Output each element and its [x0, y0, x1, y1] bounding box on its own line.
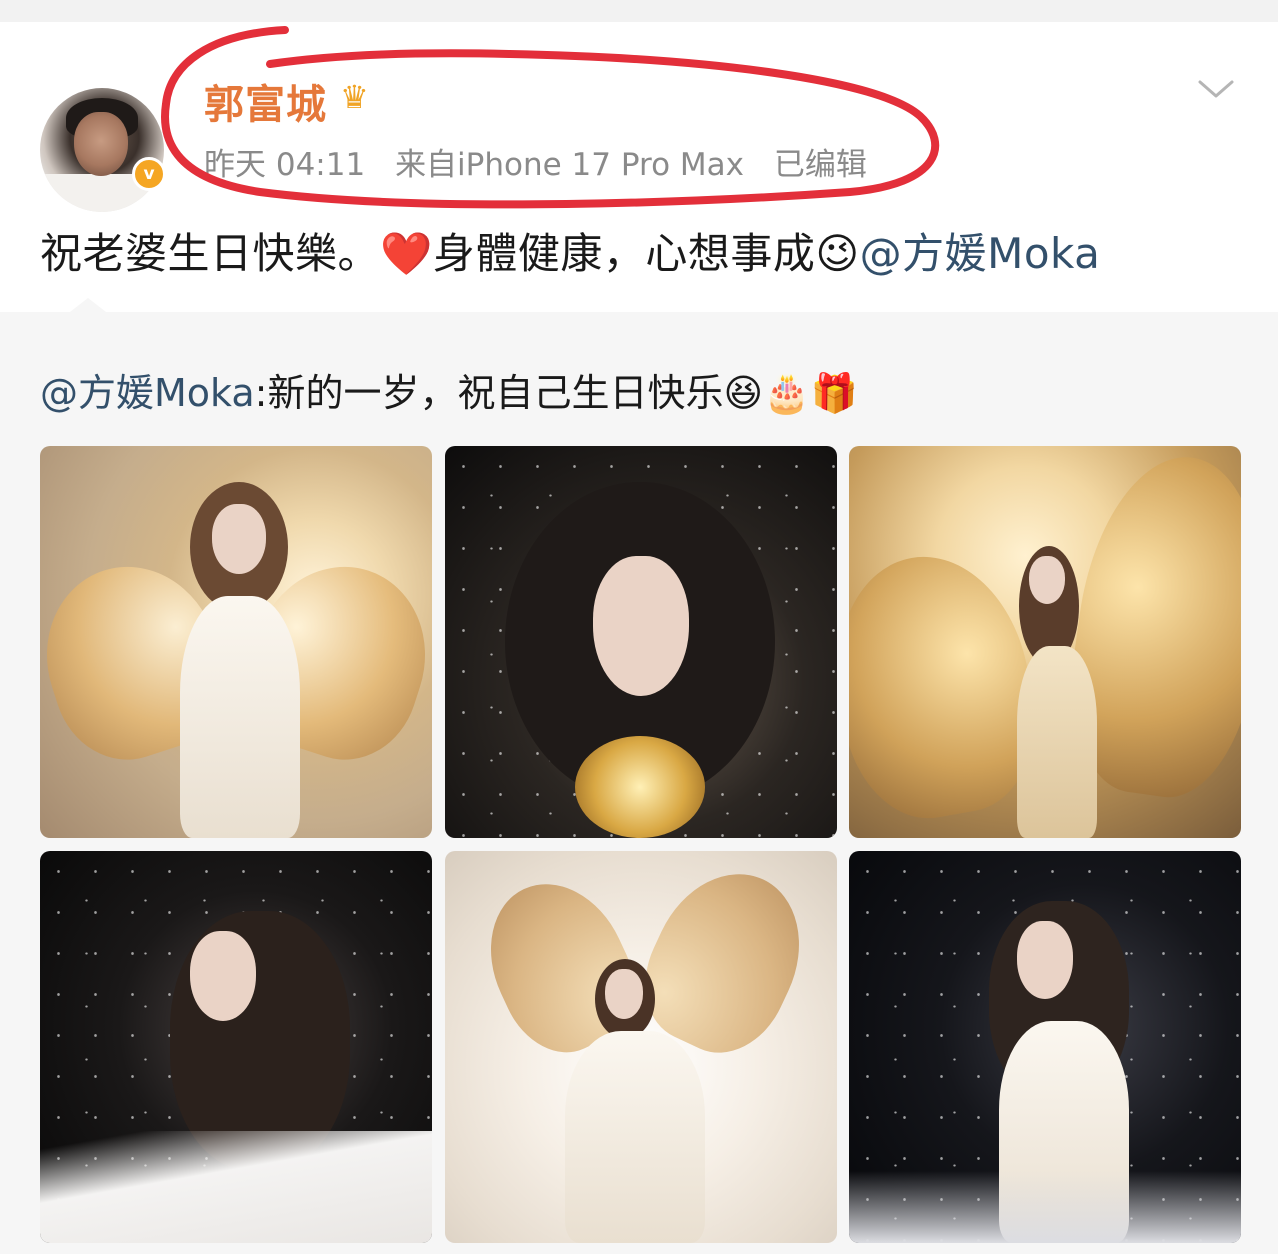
photo-angel-full-moon-gold-wings[interactable] — [849, 446, 1241, 838]
avatar-face — [74, 112, 128, 176]
photo-angel-starry-white-dress[interactable] — [40, 851, 432, 1243]
author-avatar[interactable] — [40, 88, 164, 212]
cake-emoji-icon: 🎂 — [763, 371, 811, 415]
post-text-wish: 身體健康，心想事成 — [432, 229, 816, 278]
photo-angel-starry-white-dress-2[interactable] — [849, 851, 1241, 1243]
photo-angel-moon-gold-wings[interactable] — [40, 446, 432, 838]
repost-mention-link[interactable]: @方媛Moka — [40, 371, 255, 415]
photo-angel-starry-golden-rose[interactable] — [445, 446, 837, 838]
post-text: 祝老婆生日快樂。❤️身體健康，心想事成😉@方媛Moka — [40, 220, 1100, 281]
photo-angel-white-background-wings[interactable] — [445, 851, 837, 1243]
top-divider — [0, 0, 1278, 22]
post-text-main: 祝老婆生日快樂。 — [40, 229, 381, 278]
repost-text-body: :新的一岁，祝自己生日快乐 — [254, 371, 724, 415]
heart-emoji-icon: ❤️ — [380, 229, 433, 278]
repost-text: @方媛Moka:新的一岁，祝自己生日快乐😆🎂🎁 — [40, 362, 858, 417]
repost-card[interactable]: @方媛Moka:新的一岁，祝自己生日快乐😆🎂🎁 — [0, 298, 1278, 1254]
party-emoji-icon: 😆 — [723, 371, 764, 415]
wink-emoji-icon: 😉 — [815, 229, 860, 278]
post-mention-link[interactable]: @方媛Moka — [860, 229, 1101, 278]
repost-pointer — [70, 298, 106, 312]
gift-emoji-icon: 🎁 — [810, 371, 858, 415]
chevron-down-icon[interactable] — [1196, 74, 1236, 104]
red-circle-annotation — [161, 26, 940, 209]
